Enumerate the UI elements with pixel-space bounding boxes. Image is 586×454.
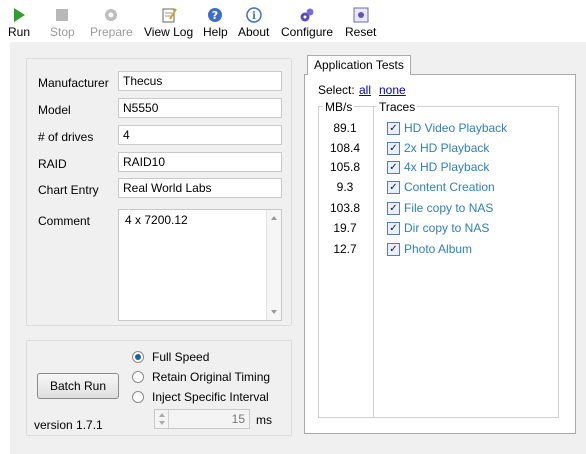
- run-button[interactable]: Run: [8, 7, 30, 39]
- stop-label: Stop: [50, 25, 75, 39]
- raid-label: RAID: [38, 157, 67, 171]
- configure-label: Configure: [281, 25, 334, 39]
- model-label: Model: [38, 103, 71, 117]
- trace-checkbox[interactable]: ✓: [387, 202, 400, 215]
- mbs-value: 108.4: [329, 141, 361, 155]
- drives-field[interactable]: 4: [118, 125, 282, 145]
- interval-spinner[interactable]: 15: [154, 409, 250, 429]
- configure-button[interactable]: Configure: [281, 7, 333, 39]
- scroll-up-icon[interactable]: [271, 216, 277, 220]
- help-icon: ?: [208, 8, 223, 22]
- mbs-value: 105.8: [329, 160, 361, 174]
- manufacturer-field[interactable]: Thecus: [118, 71, 282, 91]
- about-label: About: [238, 25, 270, 39]
- traces-header: Traces: [377, 100, 418, 114]
- mbs-value: 103.8: [329, 201, 361, 215]
- comment-label: Comment: [38, 214, 91, 228]
- view-log-label: View Log: [144, 25, 194, 39]
- toolbar: Run Stop Prepare View Log ? Help i About…: [0, 0, 586, 42]
- raid-field[interactable]: RAID10: [118, 152, 282, 172]
- interval-value: 15: [231, 412, 245, 426]
- select-all-link[interactable]: all: [359, 83, 371, 97]
- select-none-link[interactable]: none: [379, 83, 406, 97]
- mbs-value: 9.3: [336, 180, 354, 194]
- about-button[interactable]: i About: [238, 7, 269, 39]
- notepad-icon: [162, 8, 177, 23]
- mbs-value: 19.7: [333, 221, 357, 235]
- drives-label: # of drives: [38, 130, 94, 144]
- radio-full-speed-label: Full Speed: [152, 350, 210, 364]
- model-field[interactable]: N5550: [118, 98, 282, 118]
- radio-full-speed[interactable]: [132, 351, 144, 363]
- prepare-label: Prepare: [90, 25, 133, 39]
- trace-checkbox[interactable]: ✓: [387, 142, 400, 155]
- main-area: Manufacturer Thecus Model N5550 # of dri…: [10, 42, 586, 454]
- mbs-value: 89.1: [333, 121, 357, 135]
- comment-scrollbar[interactable]: [266, 210, 281, 320]
- mbs-value: 12.7: [333, 242, 357, 256]
- stop-icon: [56, 9, 69, 21]
- radio-inject-interval-label: Inject Specific Interval: [152, 390, 269, 404]
- stop-button[interactable]: Stop: [50, 7, 75, 39]
- run-label: Run: [8, 25, 31, 39]
- trace-checkbox[interactable]: ✓: [387, 122, 400, 135]
- play-icon: [14, 8, 25, 22]
- radio-retain-timing-label: Retain Original Timing: [152, 370, 271, 384]
- trace-label: File copy to NAS: [404, 201, 494, 215]
- radio-retain-timing[interactable]: [132, 371, 144, 383]
- view-log-button[interactable]: View Log: [144, 7, 193, 39]
- spinner-arrows-icon[interactable]: [155, 410, 169, 428]
- info-icon: i: [245, 7, 262, 23]
- trace-label: Content Creation: [404, 180, 495, 194]
- batch-run-button[interactable]: Batch Run: [37, 373, 119, 399]
- trace-checkbox[interactable]: ✓: [387, 181, 400, 194]
- trace-label: Photo Album: [404, 242, 473, 256]
- reset-icon: [353, 7, 369, 23]
- trace-label: HD Video Playback: [404, 121, 508, 135]
- svg-text:i: i: [252, 11, 256, 22]
- trace-checkbox[interactable]: ✓: [387, 161, 400, 174]
- gears-icon: [300, 8, 314, 22]
- manufacturer-label: Manufacturer: [38, 76, 109, 90]
- help-label: Help: [203, 25, 228, 39]
- radio-inject-interval[interactable]: [132, 391, 144, 403]
- comment-textarea[interactable]: 4 x 7200.12: [118, 209, 282, 321]
- select-label: Select:: [318, 83, 355, 97]
- chart-entry-field[interactable]: Real World Labs: [118, 178, 282, 198]
- trace-label: 4x HD Playback: [404, 160, 490, 174]
- interval-unit: ms: [256, 413, 272, 427]
- version-text: version 1.7.1: [34, 418, 103, 432]
- tab-application-tests[interactable]: Application Tests: [307, 55, 411, 75]
- reset-button[interactable]: Reset: [345, 7, 376, 39]
- prepare-button[interactable]: Prepare: [90, 7, 133, 39]
- gear-icon: [105, 9, 118, 21]
- svg-text:?: ?: [212, 9, 218, 22]
- help-button[interactable]: ? Help: [203, 7, 228, 39]
- chart-entry-label: Chart Entry: [38, 183, 99, 197]
- reset-label: Reset: [345, 25, 377, 39]
- trace-checkbox[interactable]: ✓: [387, 222, 400, 235]
- trace-label: Dir copy to NAS: [404, 221, 490, 235]
- mbs-header: MB/s: [323, 100, 355, 114]
- trace-label: 2x HD Playback: [404, 141, 490, 155]
- scroll-down-icon[interactable]: [271, 310, 277, 314]
- trace-checkbox[interactable]: ✓: [387, 243, 400, 256]
